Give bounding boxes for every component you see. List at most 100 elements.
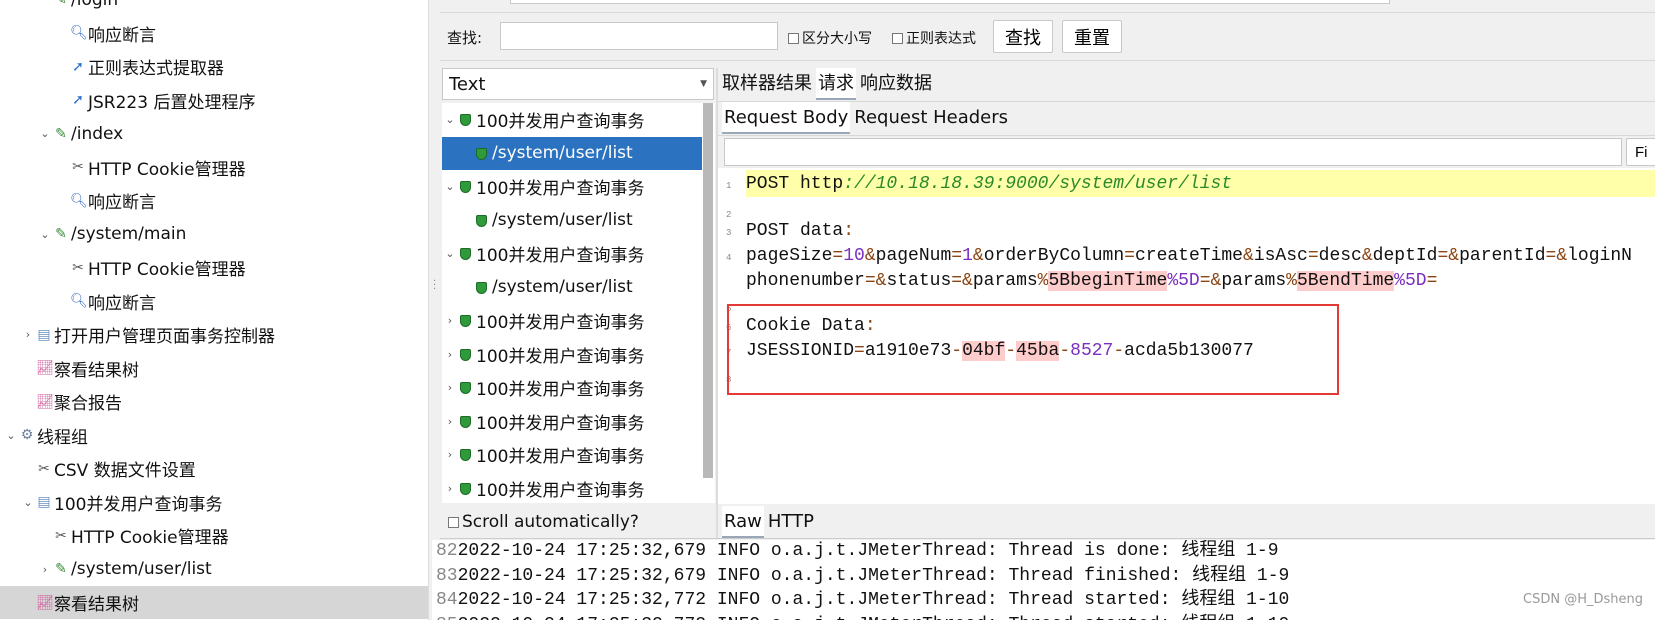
result-item[interactable]: › 100并发用户查询事务 — [442, 438, 702, 471]
reset-button[interactable]: 重置 — [1062, 20, 1122, 53]
find-button[interactable]: 查找 — [993, 20, 1053, 53]
chevron-right-icon[interactable]: › — [444, 314, 456, 327]
code-token: % — [1037, 271, 1049, 291]
result-item[interactable]: ⌄ 100并发用户查询事务 — [442, 170, 702, 203]
code-token: & — [1243, 246, 1254, 266]
main-tab[interactable]: 响应数据 — [858, 68, 934, 100]
tree-item[interactable]: ⌄ ⚙ 线程组 — [0, 419, 428, 452]
chevron-down-icon[interactable]: ⌄ — [5, 429, 17, 442]
tree-item[interactable]: ✂ HTTP Cookie管理器 — [0, 519, 428, 552]
chevron-right-icon[interactable]: › — [444, 482, 456, 495]
chevron-right-icon[interactable]: › — [444, 348, 456, 361]
checkbox-box[interactable] — [448, 517, 459, 528]
result-item-label: /system/user/list — [492, 143, 633, 163]
search-input[interactable] — [500, 22, 778, 50]
tree-item[interactable]: › ✎/system/user/list — [0, 553, 428, 586]
chevron-down-icon[interactable]: ⌄ — [444, 247, 456, 260]
find-in-body-input[interactable] — [724, 138, 1622, 166]
main-tab[interactable]: 取样器结果 — [720, 68, 814, 100]
tree-item[interactable]: 📈︎ 察看结果树 — [0, 586, 428, 619]
tree-item[interactable]: 🔍︎ 响应断言 — [0, 285, 428, 318]
tree-item[interactable]: ⌄ ▤ 100并发用户查询事务 — [0, 486, 428, 519]
result-item[interactable]: › 100并发用户查询事务 — [442, 338, 702, 371]
controller-icon: ▤ — [37, 326, 51, 343]
tree-item[interactable]: 📈︎ 聚合报告 — [0, 385, 428, 418]
log-line-number: 82 — [436, 541, 458, 561]
vertical-splitter[interactable]: · · · — [428, 0, 440, 620]
result-item-label: 100并发用户查询事务 — [476, 413, 645, 434]
tree-item[interactable]: ➚ 正则表达式提取器 — [0, 50, 428, 83]
code-token: & — [1361, 246, 1373, 266]
config-icon: ✂ — [72, 259, 84, 276]
chevron-right-icon[interactable]: › — [444, 448, 456, 461]
result-item[interactable]: ⌄ 100并发用户查询事务 — [442, 237, 702, 270]
result-item[interactable]: › 100并发用户查询事务 — [442, 371, 702, 404]
main-tab[interactable]: 请求 — [816, 68, 856, 100]
code-token: 1 — [962, 246, 973, 266]
chevron-down-icon[interactable]: ⌄ — [444, 113, 456, 126]
tree-item[interactable]: ⌄ ✎/system/main — [0, 218, 428, 251]
log-line: 832022-10-24 17:25:32,679 INFO o.a.j.t.J… — [436, 564, 1289, 589]
listener-icon: 📈︎ — [36, 393, 54, 410]
case-sensitive-checkbox[interactable]: 区分大小写 — [788, 28, 872, 48]
tree-item[interactable]: › ▤ 打开用户管理页面事务控制器 — [0, 318, 428, 351]
success-shield-icon — [460, 449, 471, 461]
chevron-down-icon[interactable]: ⌄ — [39, 127, 51, 140]
result-item[interactable]: /system/user/list — [442, 204, 702, 237]
chevron-down-icon: ▼ — [700, 79, 707, 89]
tree-item[interactable]: ➚ JSR223 后置处理程序 — [0, 84, 428, 117]
code-token: : — [843, 221, 855, 241]
code-token: pageNum — [875, 246, 952, 266]
regex-checkbox[interactable]: 正则表达式 — [892, 28, 976, 48]
code-line: pageSize=10&pageNum=1&orderByColumn=crea… — [746, 244, 1632, 269]
chevron-right-icon[interactable]: › — [39, 563, 51, 576]
results-list[interactable]: ⌄ 100并发用户查询事务/system/user/list ⌄ 100并发用户查询事… — [442, 103, 715, 503]
scroll-automatically-checkbox[interactable]: Scroll automatically? — [448, 512, 639, 532]
result-item[interactable]: /system/user/list — [442, 271, 702, 304]
tree-item[interactable]: 🔍︎ 响应断言 — [0, 184, 428, 217]
chevron-down-icon[interactable]: ⌄ — [22, 496, 34, 509]
top-cut-input[interactable] — [510, 0, 1390, 4]
horizontal-splitter[interactable] — [440, 12, 1655, 20]
checkbox-box[interactable] — [788, 33, 799, 44]
sub-tab[interactable]: Request Body — [722, 102, 851, 134]
horizontal-splitter[interactable] — [440, 60, 1655, 68]
result-item[interactable]: ⌄ 100并发用户查询事务 — [442, 103, 702, 136]
chevron-right-icon[interactable]: › — [22, 328, 34, 341]
bottom-tab[interactable]: Raw — [722, 506, 764, 538]
code-token: POST http — [746, 174, 844, 194]
result-item[interactable]: › 100并发用户查询事务 — [442, 472, 702, 504]
config-icon: ✂ — [55, 527, 67, 544]
code-token: pageSize — [746, 246, 833, 266]
tree-item-label: HTTP Cookie管理器 — [88, 260, 246, 280]
code-token: %5D — [1167, 271, 1200, 291]
tree-item[interactable]: ✂ CSV 数据文件设置 — [0, 452, 428, 485]
sub-tab[interactable]: Request Headers — [852, 102, 1010, 134]
tree-item[interactable]: ⌄ ✎/index — [0, 117, 428, 150]
chevron-down-icon[interactable]: ⌄ — [444, 180, 456, 193]
code-token: =& — [1545, 246, 1568, 266]
tree-item[interactable]: ✂ HTTP Cookie管理器 — [0, 251, 428, 284]
chevron-right-icon[interactable]: › — [444, 415, 456, 428]
divider — [718, 135, 1655, 136]
bottom-tab[interactable]: HTTP — [766, 506, 816, 538]
renderer-select[interactable]: Text ▼ — [442, 68, 714, 100]
chevron-right-icon[interactable]: › — [444, 381, 456, 394]
config-icon: ✂ — [72, 159, 84, 175]
tree-item[interactable]: ✂ HTTP Cookie管理器 — [0, 151, 428, 184]
test-plan-tree[interactable]: ✎/login🔍︎响应断言➚正则表达式提取器➚JSR223 后置处理程序⌄✎/i… — [0, 0, 428, 620]
tree-item[interactable]: 📈︎ 察看结果树 — [0, 352, 428, 385]
log-panel[interactable]: 822022-10-24 17:25:32,679 INFO o.a.j.t.J… — [432, 540, 1655, 620]
tree-item[interactable]: 🔍︎ 响应断言 — [0, 17, 428, 50]
result-item[interactable]: › 100并发用户查询事务 — [442, 304, 702, 337]
code-token: deptId — [1372, 246, 1438, 266]
find-in-body-button[interactable]: Fi — [1626, 138, 1655, 166]
results-scrollbar[interactable] — [703, 103, 713, 478]
checkbox-box[interactable] — [892, 33, 903, 44]
result-item[interactable]: › 100并发用户查询事务 — [442, 405, 702, 438]
code-token: status — [886, 271, 952, 291]
result-item[interactable]: /system/user/list — [442, 136, 702, 170]
tree-item[interactable]: ✎/login — [0, 0, 428, 16]
chevron-down-icon[interactable]: ⌄ — [39, 228, 51, 241]
listener-icon: 📈︎ — [36, 360, 54, 376]
